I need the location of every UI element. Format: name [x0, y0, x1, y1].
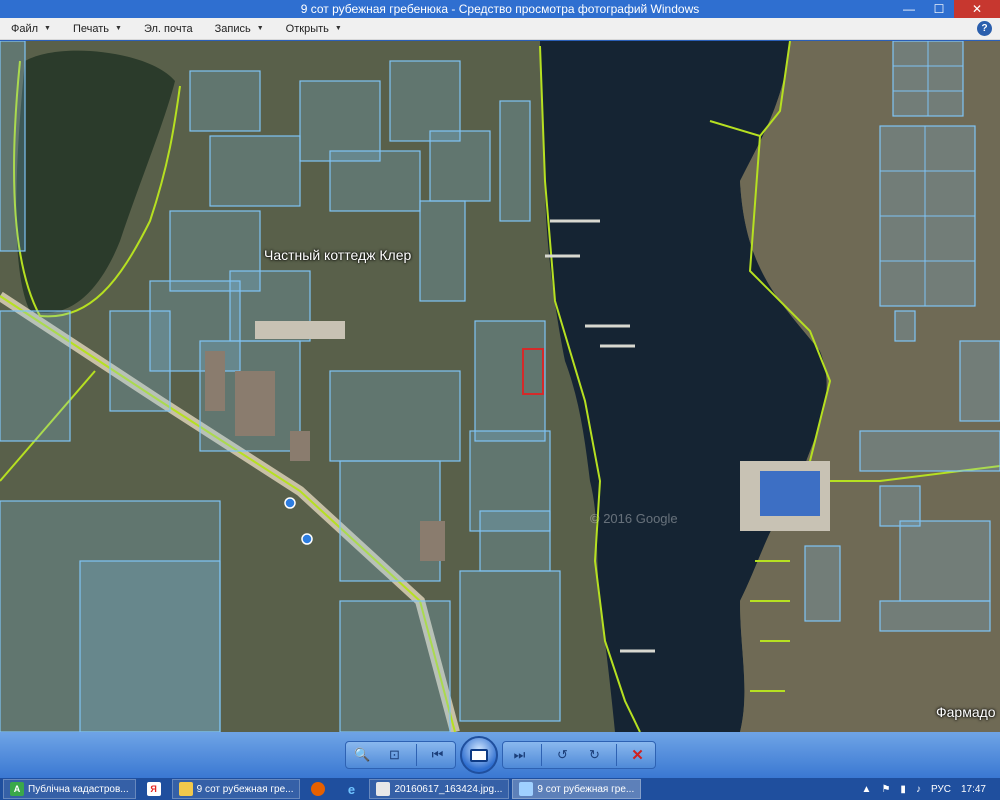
clock[interactable]: 17:47: [961, 784, 986, 795]
network-icon[interactable]: ▮: [900, 784, 906, 795]
delete-icon[interactable]: ✕: [627, 744, 649, 766]
taskbar-item-folder[interactable]: 9 сот рубежная гре...: [171, 779, 301, 799]
ie-icon[interactable]: e: [336, 779, 366, 799]
menu-burn[interactable]: Запись ▼: [204, 18, 275, 40]
map-watermark: © 2016 Google: [590, 511, 678, 526]
taskbar-item-label: Публічна кадастров...: [28, 783, 129, 795]
chevron-down-icon: ▼: [115, 25, 122, 32]
menu-print[interactable]: Печать ▼: [62, 18, 133, 40]
maximize-button[interactable]: ☐: [924, 0, 954, 18]
toolbar-divider: [540, 744, 542, 766]
taskbar-item-label: 9 сот рубежная гре...: [196, 783, 294, 795]
satellite-map-image: [0, 41, 1000, 732]
window-titlebar: 9 сот рубежная гребенюка - Средство прос…: [0, 0, 1000, 18]
taskbar-item-photo[interactable]: 20160617_163424.jpg...: [369, 779, 510, 799]
viewer-toolbar: 🔍 ⊡ ⏮ ⏭ ↺ ↻ ✕: [0, 732, 1000, 778]
ie-glyph: e: [347, 781, 356, 797]
close-button[interactable]: ✕: [954, 0, 1000, 18]
flag-icon[interactable]: ⚑: [881, 784, 890, 795]
chevron-up-icon[interactable]: ▲: [862, 784, 872, 795]
window-controls: — ☐ ✕: [894, 0, 1000, 18]
taskbar: A Публічна кадастров... Я 9 сот рубежная…: [0, 778, 1000, 800]
taskbar-item-cadastre[interactable]: A Публічна кадастров...: [3, 779, 136, 799]
toolbar-right-group: ⏭ ↺ ↻ ✕: [501, 741, 656, 769]
menu-file[interactable]: Файл ▼: [0, 18, 62, 40]
rotate-left-icon[interactable]: ↺: [552, 744, 574, 766]
taskbar-item-label: 9 сот рубежная гре...: [537, 783, 635, 795]
chevron-down-icon: ▼: [334, 25, 342, 32]
photo-viewer-icon: [519, 782, 534, 796]
system-tray: ▲ ⚑ ▮ ♪ РУС 17:47: [862, 778, 1000, 800]
photo-icon: [376, 782, 391, 796]
menu-open[interactable]: Открыть ▼: [275, 18, 353, 40]
toolbar-divider: [415, 744, 417, 766]
volume-icon[interactable]: ♪: [916, 784, 921, 795]
chevron-down-icon: ▼: [256, 25, 264, 32]
menu-email-label: Эл. почта: [143, 22, 193, 35]
taskbar-item-label: 20160617_163424.jpg...: [394, 783, 503, 795]
rotate-right-icon[interactable]: ↻: [584, 744, 606, 766]
zoom-icon[interactable]: 🔍: [352, 744, 374, 766]
menu-burn-label: Запись: [214, 22, 251, 35]
chevron-down-icon: ▼: [44, 25, 51, 32]
folder-icon: [178, 782, 193, 796]
firefox-glyph: [311, 782, 326, 796]
menu-bar: Файл ▼ Печать ▼ Эл. почта Запись ▼ Откры…: [0, 18, 1000, 40]
previous-icon[interactable]: ⏮: [427, 744, 449, 766]
slideshow-screen-glyph: [469, 748, 488, 762]
actual-size-icon[interactable]: ⊡: [384, 744, 406, 766]
menu-open-label: Открыть: [285, 22, 329, 35]
yandex-icon[interactable]: Я: [139, 779, 169, 799]
help-icon[interactable]: ?: [977, 21, 992, 36]
language-indicator[interactable]: РУС: [931, 784, 951, 795]
taskbar-item-photo-viewer[interactable]: 9 сот рубежная гре...: [512, 779, 642, 799]
image-viewport[interactable]: Частный коттедж Клер Фармадо © 2016 Goog…: [0, 41, 1000, 732]
toolbar-left-group: 🔍 ⊡ ⏮: [344, 741, 456, 769]
menu-file-label: Файл: [11, 22, 39, 35]
window-title: 9 сот рубежная гребенюка - Средство прос…: [300, 2, 700, 16]
minimize-button[interactable]: —: [894, 0, 924, 18]
toolbar-divider: [615, 744, 617, 766]
slideshow-icon[interactable]: [459, 736, 498, 774]
menu-print-label: Печать: [72, 22, 110, 35]
browser-a-icon: A: [10, 782, 24, 796]
menu-email[interactable]: Эл. почта: [133, 18, 204, 40]
firefox-icon[interactable]: [303, 779, 333, 799]
map-label-cottage: Частный коттедж Клер: [264, 247, 412, 263]
yandex-glyph: Я: [146, 782, 161, 796]
map-label-pharmacy: Фармадо: [936, 704, 996, 720]
next-icon[interactable]: ⏭: [509, 744, 531, 766]
